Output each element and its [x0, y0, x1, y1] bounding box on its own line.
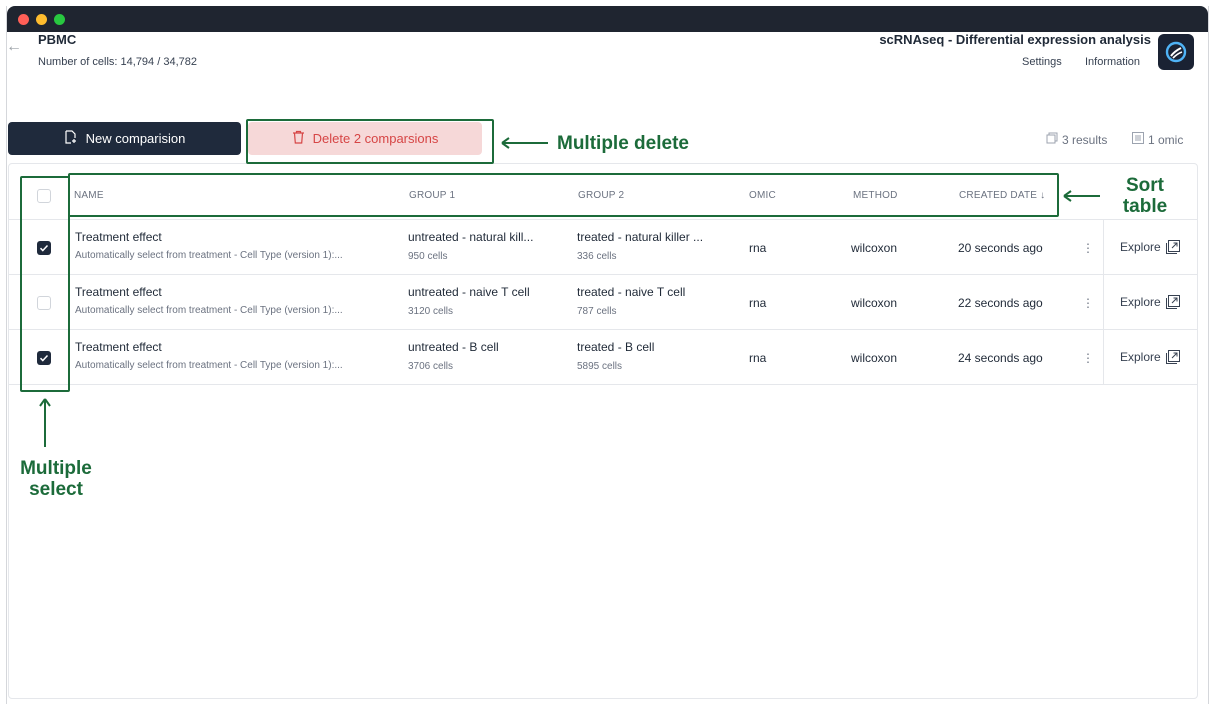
omic-label: 1 omic — [1148, 132, 1184, 147]
row-3-group2-cells: 5895 cells — [577, 361, 623, 372]
row-2-group2-cells: 787 cells — [577, 306, 617, 317]
external-link-icon — [1165, 240, 1180, 254]
multiple-select-annotation: Multiple select — [20, 458, 92, 500]
window-titlebar — [7, 6, 1208, 32]
row-3-name[interactable]: Treatment effect — [75, 340, 162, 354]
row-2-omic: rna — [749, 296, 767, 310]
row-2-explore-label: Explore — [1120, 295, 1161, 309]
row-1-name[interactable]: Treatment effect — [75, 230, 162, 244]
row-3-description: Automatically select from treatment - Ce… — [75, 360, 343, 371]
sort-table-annotation: Sort table — [1122, 175, 1168, 217]
row-3-group2: treated - B cell — [577, 340, 655, 354]
new-comparison-label: New comparision — [85, 131, 186, 146]
close-window-button[interactable] — [18, 14, 29, 25]
row-1-more-icon[interactable]: ⋮ — [1082, 241, 1094, 255]
analysis-title: scRNAseq - Differential expression analy… — [879, 32, 1151, 47]
row-3-group1: untreated - B cell — [408, 340, 499, 354]
maximize-window-button[interactable] — [54, 14, 65, 25]
row-3-omic: rna — [749, 351, 767, 365]
row-3-more-icon[interactable]: ⋮ — [1082, 351, 1094, 365]
sort-annotation-box — [68, 173, 1059, 217]
row-3-divider — [9, 384, 1197, 385]
row-2-group1-cells: 3120 cells — [408, 306, 454, 317]
omic-count: 1 omic — [1132, 132, 1183, 147]
new-comparison-button[interactable]: New comparision — [8, 122, 241, 155]
minimize-window-button[interactable] — [36, 14, 47, 25]
settings-link[interactable]: Settings — [1022, 56, 1062, 68]
sort-annotation-arrow — [1063, 190, 1100, 202]
row-3-explore-divider — [1103, 330, 1104, 384]
app-logo-icon — [1158, 34, 1194, 70]
external-link-icon — [1165, 295, 1180, 309]
row-1-omic: rna — [749, 241, 767, 255]
row-3-method: wilcoxon — [851, 351, 898, 365]
row-1-method: wilcoxon — [851, 241, 898, 255]
back-arrow-icon[interactable]: ← — [6, 38, 22, 56]
row-1-explore-link[interactable]: Explore — [1120, 240, 1180, 254]
row-2-group2: treated - naive T cell — [577, 285, 686, 299]
list-icon — [1132, 132, 1144, 147]
row-2-method: wilcoxon — [851, 296, 898, 310]
project-title: PBMC — [38, 32, 77, 47]
new-file-icon — [64, 130, 78, 147]
row-2-explore-divider — [1103, 275, 1104, 329]
row-3-created-date: 24 seconds ago — [958, 351, 1043, 365]
row-1-group1-cells: 950 cells — [408, 251, 448, 262]
row-1-description: Automatically select from treatment - Ce… — [75, 250, 343, 261]
row-1-group2-cells: 336 cells — [577, 251, 617, 262]
row-1-explore-label: Explore — [1120, 240, 1161, 254]
select-annotation-box — [20, 176, 70, 392]
row-3-group1-cells: 3706 cells — [408, 361, 454, 372]
results-count: 3 results — [1046, 132, 1107, 147]
row-2-name[interactable]: Treatment effect — [75, 285, 162, 299]
multiple-delete-annotation: Multiple delete — [557, 133, 689, 154]
delete-annotation-box — [246, 119, 494, 164]
row-3-explore-label: Explore — [1120, 350, 1161, 364]
delete-annotation-arrow — [501, 137, 548, 149]
row-1-divider — [9, 274, 1197, 275]
results-label: 3 results — [1062, 132, 1108, 147]
row-3-explore-link[interactable]: Explore — [1120, 350, 1180, 364]
copy-icon — [1046, 132, 1058, 147]
row-2-divider — [9, 329, 1197, 330]
header-divider — [9, 219, 1197, 220]
row-1-created-date: 20 seconds ago — [958, 241, 1043, 255]
row-2-created-date: 22 seconds ago — [958, 296, 1043, 310]
row-1-group1: untreated - natural kill... — [408, 230, 534, 244]
information-link[interactable]: Information — [1085, 56, 1140, 68]
external-link-icon — [1165, 350, 1180, 364]
select-annotation-arrow — [39, 398, 51, 447]
row-2-group1: untreated - naive T cell — [408, 285, 530, 299]
row-1-explore-divider — [1103, 220, 1104, 274]
row-2-more-icon[interactable]: ⋮ — [1082, 296, 1094, 310]
cell-count: Number of cells: 14,794 / 34,782 — [38, 56, 197, 68]
row-2-description: Automatically select from treatment - Ce… — [75, 305, 343, 316]
row-2-explore-link[interactable]: Explore — [1120, 295, 1180, 309]
row-1-group2: treated - natural killer ... — [577, 230, 704, 244]
